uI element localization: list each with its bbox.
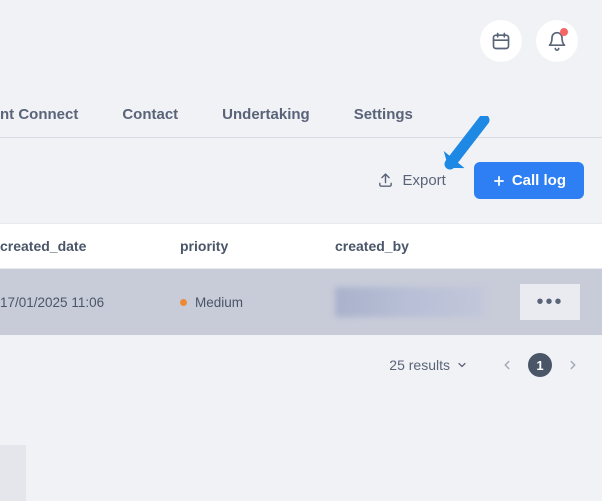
priority-label: Medium [195,295,243,310]
export-button[interactable]: Export [377,172,445,189]
tab-bar: nt Connect Contact Undertaking Settings [0,62,602,138]
export-label: Export [402,172,445,189]
chevron-right-icon [566,358,580,372]
notification-dot [560,28,568,36]
calendar-button[interactable] [480,20,522,62]
priority-dot-icon [180,299,187,306]
pagination: 25 results 1 [0,335,602,395]
plus-icon [492,174,506,188]
tab-undertaking[interactable]: Undertaking [222,106,310,123]
col-priority[interactable]: priority [180,238,335,254]
chevron-down-icon [456,359,468,371]
topbar [0,0,602,62]
next-page-button[interactable] [566,358,580,372]
upload-icon [377,172,394,189]
call-log-label: Call log [512,172,566,189]
results-selector[interactable]: 25 results [389,357,468,373]
page-number[interactable]: 1 [528,353,552,377]
notifications-button[interactable] [536,20,578,62]
more-icon: ••• [536,291,563,314]
table-header: created_date priority created_by [0,224,602,269]
row-actions-button[interactable]: ••• [520,284,580,320]
table-row[interactable]: 17/01/2025 11:06 Medium ••• [0,269,602,335]
results-label: 25 results [389,357,450,373]
cell-created-date: 17/01/2025 11:06 [0,295,180,310]
col-created-date[interactable]: created_date [0,238,180,254]
prev-page-button[interactable] [500,358,514,372]
tab-settings[interactable]: Settings [354,106,413,123]
call-log-button[interactable]: Call log [474,162,584,199]
cell-created-by [335,287,520,317]
tab-contact[interactable]: Contact [122,106,178,123]
data-table: created_date priority created_by 17/01/2… [0,223,602,335]
col-created-by[interactable]: created_by [335,238,520,254]
chevron-left-icon [500,358,514,372]
tab-connect[interactable]: nt Connect [0,106,78,123]
cell-priority: Medium [180,295,335,310]
calendar-icon [491,31,511,51]
action-bar: Export Call log [0,138,602,223]
decorative-block [0,445,26,501]
redacted-value [335,287,485,317]
